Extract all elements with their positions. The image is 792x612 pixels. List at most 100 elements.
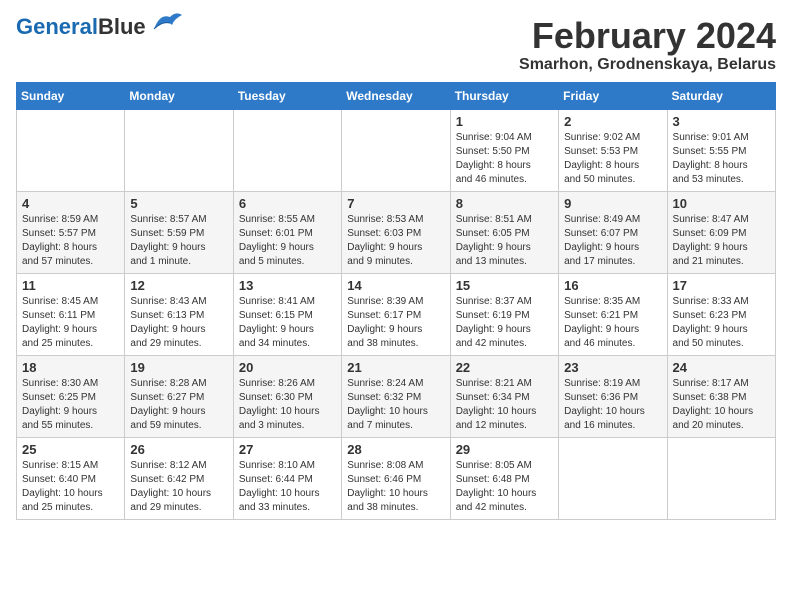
day-number: 29	[456, 442, 553, 457]
logo: GeneralBlue	[16, 16, 182, 38]
header-cell-wednesday: Wednesday	[342, 82, 450, 109]
calendar-cell	[559, 437, 667, 519]
day-info: Sunrise: 9:02 AM Sunset: 5:53 PM Dayligh…	[564, 131, 661, 187]
day-info: Sunrise: 8:12 AM Sunset: 6:42 PM Dayligh…	[130, 459, 227, 515]
calendar-cell: 29 Sunrise: 8:05 AM Sunset: 6:48 PM Dayli…	[450, 437, 558, 519]
calendar-cell: 1Sunrise: 9:04 AM Sunset: 5:50 PM Daylig…	[450, 109, 558, 191]
calendar-cell	[667, 437, 775, 519]
calendar-cell: 15Sunrise: 8:37 AM Sunset: 6:19 PM Dayli…	[450, 273, 558, 355]
calendar-cell: 23Sunrise: 8:19 AM Sunset: 6:36 PM Dayli…	[559, 355, 667, 437]
calendar-week-row: 4 Sunrise: 8:59 AM Sunset: 5:57 PM Daylig…	[17, 191, 776, 273]
header-cell-tuesday: Tuesday	[233, 82, 341, 109]
calendar-cell: 9 Sunrise: 8:49 AM Sunset: 6:07 PM Daylig…	[559, 191, 667, 273]
day-info: Sunrise: 8:45 AM Sunset: 6:11 PM Dayligh…	[22, 295, 119, 351]
day-info: Sunrise: 8:15 AM Sunset: 6:40 PM Dayligh…	[22, 459, 119, 515]
day-number: 13	[239, 278, 336, 293]
day-number: 6	[239, 196, 336, 211]
day-number: 7	[347, 196, 444, 211]
day-info: Sunrise: 8:24 AM Sunset: 6:32 PM Dayligh…	[347, 377, 444, 433]
day-info: Sunrise: 8:10 AM Sunset: 6:44 PM Dayligh…	[239, 459, 336, 515]
day-info: Sunrise: 8:47 AM Sunset: 6:09 PM Dayligh…	[673, 213, 770, 269]
calendar-cell: 16Sunrise: 8:35 AM Sunset: 6:21 PM Dayli…	[559, 273, 667, 355]
header-cell-sunday: Sunday	[17, 82, 125, 109]
day-info: Sunrise: 8:08 AM Sunset: 6:46 PM Dayligh…	[347, 459, 444, 515]
day-number: 20	[239, 360, 336, 375]
day-info: Sunrise: 8:05 AM Sunset: 6:48 PM Dayligh…	[456, 459, 553, 515]
header-cell-thursday: Thursday	[450, 82, 558, 109]
day-info: Sunrise: 8:17 AM Sunset: 6:38 PM Dayligh…	[673, 377, 770, 433]
logo-text: GeneralBlue	[16, 16, 146, 38]
day-info: Sunrise: 8:26 AM Sunset: 6:30 PM Dayligh…	[239, 377, 336, 433]
calendar-cell: 24 Sunrise: 8:17 AM Sunset: 6:38 PM Dayli…	[667, 355, 775, 437]
header-cell-monday: Monday	[125, 82, 233, 109]
day-number: 24	[673, 360, 770, 375]
day-number: 21	[347, 360, 444, 375]
day-number: 27	[239, 442, 336, 457]
day-number: 16	[564, 278, 661, 293]
calendar-cell: 2 Sunrise: 9:02 AM Sunset: 5:53 PM Daylig…	[559, 109, 667, 191]
day-number: 11	[22, 278, 119, 293]
calendar-cell: 13 Sunrise: 8:41 AM Sunset: 6:15 PM Dayli…	[233, 273, 341, 355]
day-info: Sunrise: 8:41 AM Sunset: 6:15 PM Dayligh…	[239, 295, 336, 351]
calendar-week-row: 25 Sunrise: 8:15 AM Sunset: 6:40 PM Dayli…	[17, 437, 776, 519]
title-block: February 2024 Smarhon, Grodnenskaya, Bel…	[519, 16, 776, 74]
calendar-cell	[233, 109, 341, 191]
day-info: Sunrise: 8:28 AM Sunset: 6:27 PM Dayligh…	[130, 377, 227, 433]
day-number: 28	[347, 442, 444, 457]
main-title: February 2024	[519, 16, 776, 56]
day-number: 3	[673, 114, 770, 129]
day-info: Sunrise: 8:30 AM Sunset: 6:25 PM Dayligh…	[22, 377, 119, 433]
day-number: 4	[22, 196, 119, 211]
calendar-cell: 19 Sunrise: 8:28 AM Sunset: 6:27 PM Dayli…	[125, 355, 233, 437]
calendar-cell: 22 Sunrise: 8:21 AM Sunset: 6:34 PM Dayli…	[450, 355, 558, 437]
day-number: 14	[347, 278, 444, 293]
calendar-cell: 17 Sunrise: 8:33 AM Sunset: 6:23 PM Dayli…	[667, 273, 775, 355]
calendar-cell	[125, 109, 233, 191]
day-info: Sunrise: 8:53 AM Sunset: 6:03 PM Dayligh…	[347, 213, 444, 269]
subtitle: Smarhon, Grodnenskaya, Belarus	[519, 56, 776, 74]
day-info: Sunrise: 8:43 AM Sunset: 6:13 PM Dayligh…	[130, 295, 227, 351]
day-info: Sunrise: 8:49 AM Sunset: 6:07 PM Dayligh…	[564, 213, 661, 269]
day-number: 10	[673, 196, 770, 211]
day-number: 12	[130, 278, 227, 293]
day-info: Sunrise: 8:21 AM Sunset: 6:34 PM Dayligh…	[456, 377, 553, 433]
calendar-cell: 18 Sunrise: 8:30 AM Sunset: 6:25 PM Dayli…	[17, 355, 125, 437]
calendar-cell: 5 Sunrise: 8:57 AM Sunset: 5:59 PM Daylig…	[125, 191, 233, 273]
calendar-cell: 11 Sunrise: 8:45 AM Sunset: 6:11 PM Dayli…	[17, 273, 125, 355]
calendar-week-row: 18 Sunrise: 8:30 AM Sunset: 6:25 PM Dayli…	[17, 355, 776, 437]
calendar-cell: 27 Sunrise: 8:10 AM Sunset: 6:44 PM Dayli…	[233, 437, 341, 519]
day-number: 22	[456, 360, 553, 375]
calendar-cell: 28 Sunrise: 8:08 AM Sunset: 6:46 PM Dayli…	[342, 437, 450, 519]
day-number: 25	[22, 442, 119, 457]
calendar-week-row: 11 Sunrise: 8:45 AM Sunset: 6:11 PM Dayli…	[17, 273, 776, 355]
calendar-cell: 26 Sunrise: 8:12 AM Sunset: 6:42 PM Dayli…	[125, 437, 233, 519]
logo-bird-icon	[150, 11, 182, 33]
day-number: 26	[130, 442, 227, 457]
day-info: Sunrise: 8:59 AM Sunset: 5:57 PM Dayligh…	[22, 213, 119, 269]
day-info: Sunrise: 8:57 AM Sunset: 5:59 PM Dayligh…	[130, 213, 227, 269]
calendar-cell: 7 Sunrise: 8:53 AM Sunset: 6:03 PM Daylig…	[342, 191, 450, 273]
calendar-cell: 20 Sunrise: 8:26 AM Sunset: 6:30 PM Dayli…	[233, 355, 341, 437]
day-number: 2	[564, 114, 661, 129]
calendar-cell: 4 Sunrise: 8:59 AM Sunset: 5:57 PM Daylig…	[17, 191, 125, 273]
day-number: 19	[130, 360, 227, 375]
day-info: Sunrise: 8:33 AM Sunset: 6:23 PM Dayligh…	[673, 295, 770, 351]
day-number: 15	[456, 278, 553, 293]
day-info: Sunrise: 8:39 AM Sunset: 6:17 PM Dayligh…	[347, 295, 444, 351]
day-number: 18	[22, 360, 119, 375]
day-info: Sunrise: 8:51 AM Sunset: 6:05 PM Dayligh…	[456, 213, 553, 269]
day-info: Sunrise: 8:55 AM Sunset: 6:01 PM Dayligh…	[239, 213, 336, 269]
header-cell-friday: Friday	[559, 82, 667, 109]
header-cell-saturday: Saturday	[667, 82, 775, 109]
calendar-header-row: SundayMondayTuesdayWednesdayThursdayFrid…	[17, 82, 776, 109]
calendar-cell: 25 Sunrise: 8:15 AM Sunset: 6:40 PM Dayli…	[17, 437, 125, 519]
calendar-cell: 12 Sunrise: 8:43 AM Sunset: 6:13 PM Dayli…	[125, 273, 233, 355]
day-number: 5	[130, 196, 227, 211]
day-number: 9	[564, 196, 661, 211]
day-number: 8	[456, 196, 553, 211]
day-number: 1	[456, 114, 553, 129]
calendar-cell	[17, 109, 125, 191]
day-number: 17	[673, 278, 770, 293]
day-info: Sunrise: 9:01 AM Sunset: 5:55 PM Dayligh…	[673, 131, 770, 187]
calendar-week-row: 1Sunrise: 9:04 AM Sunset: 5:50 PM Daylig…	[17, 109, 776, 191]
